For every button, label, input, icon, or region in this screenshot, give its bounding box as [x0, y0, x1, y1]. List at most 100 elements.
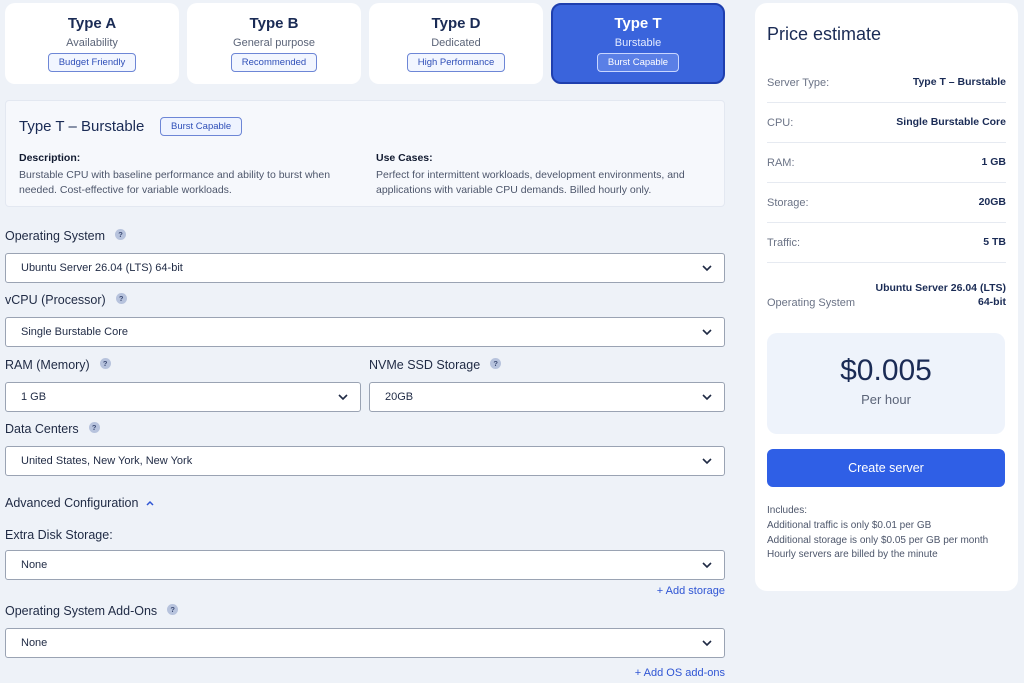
help-icon[interactable]: ?	[88, 421, 100, 433]
create-server-button[interactable]: Create server	[767, 449, 1005, 487]
price-amount: $0.005	[840, 354, 932, 387]
use-cases-heading: Use Cases:	[376, 152, 433, 164]
summary-key: Traffic:	[767, 237, 801, 249]
extra-disk-select-value: None	[21, 559, 48, 571]
help-icon[interactable]: ?	[99, 357, 111, 369]
price-box: $0.005 Per hour	[767, 333, 1005, 434]
type-card-title: Type D	[431, 15, 481, 32]
summary-value: Ubuntu Server 26.04 (LTS) 64-bit	[875, 281, 1006, 309]
advanced-config-label: Advanced Configuration	[5, 496, 139, 510]
type-card-subtitle: Availability	[66, 37, 118, 49]
summary-value: 5 TB	[983, 236, 1006, 248]
vcpu-select-value: Single Burstable Core	[21, 326, 129, 338]
extra-disk-select[interactable]: None	[5, 550, 725, 580]
storage-select-value: 20GB	[385, 391, 414, 403]
type-card-a[interactable]: Type A Availability Budget Friendly	[5, 3, 179, 84]
type-card-d[interactable]: Type D Dedicated High Performance	[369, 3, 543, 84]
chevron-down-icon	[338, 394, 348, 401]
summary-row-cpu: CPU: Single Burstable Core	[767, 103, 1006, 143]
help-icon[interactable]: ?	[490, 357, 502, 369]
summary-key: CPU:	[767, 117, 794, 129]
ram-label-text: RAM (Memory)	[5, 358, 90, 372]
summary-value: Type T – Burstable	[912, 76, 1006, 88]
datacenter-select[interactable]: United States, New York, New York	[5, 446, 725, 476]
type-card-badge: Burst Capable	[596, 53, 680, 72]
os-label: Operating System ?	[5, 228, 127, 243]
os-label-text: Operating System	[5, 229, 106, 243]
summary-key: Operating System	[767, 297, 856, 309]
chevron-down-icon	[702, 562, 712, 569]
type-card-title: Type B	[249, 15, 299, 32]
summary-key: RAM:	[767, 157, 795, 169]
type-card-badge: Recommended	[230, 53, 318, 72]
includes-notes: Includes: Additional traffic is only $0.…	[767, 504, 988, 563]
type-info-title: Type T – Burstable	[19, 118, 145, 135]
type-card-badge: High Performance	[406, 53, 506, 72]
datacenter-label-text: Data Centers	[5, 422, 79, 436]
help-icon[interactable]: ?	[115, 228, 127, 240]
storage-label: NVMe SSD Storage ?	[369, 357, 502, 372]
os-addons-select[interactable]: None	[5, 628, 725, 658]
chevron-down-icon	[702, 394, 712, 401]
use-cases-text: Perfect for intermittent workloads, deve…	[376, 168, 685, 181]
storage-select[interactable]: 20GB	[369, 382, 725, 412]
chevron-down-icon	[702, 640, 712, 647]
price-estimate-title: Price estimate	[767, 24, 882, 44]
summary-row-server-type: Server Type: Type T – Burstable	[767, 63, 1006, 103]
extra-disk-label: Extra Disk Storage:	[5, 528, 113, 542]
description-heading: Description:	[19, 152, 81, 164]
help-icon[interactable]: ?	[115, 292, 127, 304]
type-card-subtitle: Burstable	[614, 37, 662, 49]
includes-item: Additional storage is only $0.05 per GB …	[767, 534, 989, 546]
summary-value-line: 64-bit	[977, 296, 1006, 308]
includes-item: Additional traffic is only $0.01 per GB	[767, 519, 932, 531]
ram-select[interactable]: 1 GB	[5, 382, 361, 412]
summary-value-line: Ubuntu Server 26.04 (LTS)	[875, 282, 1006, 294]
summary-key: Storage:	[767, 197, 809, 209]
os-select-value: Ubuntu Server 26.04 (LTS) 64-bit	[21, 262, 183, 274]
datacenter-select-value: United States, New York, New York	[21, 455, 193, 467]
includes-item: Hourly servers are billed by the minute	[767, 549, 938, 561]
type-card-badge: Budget Friendly	[47, 53, 137, 72]
includes-heading: Includes:	[767, 505, 808, 516]
type-card-t-selected[interactable]: Type T Burstable Burst Capable	[551, 3, 725, 84]
summary-value: 1 GB	[981, 156, 1006, 168]
add-os-addons-link[interactable]: + Add OS add-ons	[635, 667, 725, 679]
advanced-config-toggle[interactable]: Advanced Configuration	[5, 496, 155, 510]
summary-row-traffic: Traffic: 5 TB	[767, 223, 1006, 263]
type-card-subtitle: Dedicated	[431, 37, 481, 49]
chevron-down-icon	[702, 265, 712, 272]
chevron-down-icon	[702, 329, 712, 336]
type-info-panel: Type T – Burstable Burst Capable Descrip…	[5, 100, 725, 207]
ram-select-value: 1 GB	[21, 391, 47, 403]
server-type-cards: Type A Availability Budget Friendly Type…	[5, 3, 725, 84]
summary-row-ram: RAM: 1 GB	[767, 143, 1006, 183]
vcpu-label: vCPU (Processor) ?	[5, 292, 127, 307]
use-cases-block: Use Cases: Perfect for intermittent work…	[376, 151, 706, 199]
price-estimate-panel: Price estimate Server Type: Type T – Bur…	[755, 3, 1018, 591]
type-card-title: Type A	[67, 15, 117, 32]
datacenter-label: Data Centers ?	[5, 421, 100, 436]
vcpu-label-text: vCPU (Processor)	[5, 293, 106, 307]
chevron-up-icon	[146, 500, 154, 506]
os-addons-select-value: None	[21, 637, 48, 649]
os-select[interactable]: Ubuntu Server 26.04 (LTS) 64-bit	[5, 253, 725, 283]
chevron-down-icon	[702, 458, 712, 465]
summary-row-storage: Storage: 20GB	[767, 183, 1006, 223]
type-card-title: Type T	[614, 15, 662, 32]
os-addons-label: Operating System Add-Ons ?	[5, 603, 179, 618]
price-period: Per hour	[861, 392, 911, 407]
ram-label: RAM (Memory) ?	[5, 357, 111, 372]
configuration-panel: Type A Availability Budget Friendly Type…	[5, 0, 725, 683]
summary-key: Server Type:	[767, 77, 830, 89]
description-block: Description: Burstable CPU with baseline…	[19, 151, 349, 199]
type-info-badge: Burst Capable	[160, 117, 243, 136]
extra-disk-label-text: Extra Disk Storage:	[5, 528, 113, 542]
help-icon[interactable]: ?	[167, 603, 179, 615]
add-storage-link[interactable]: + Add storage	[657, 585, 725, 597]
type-card-b[interactable]: Type B General purpose Recommended	[187, 3, 361, 84]
description-text: Burstable CPU with baseline performance …	[19, 168, 331, 181]
vcpu-select[interactable]: Single Burstable Core	[5, 317, 725, 347]
use-cases-text: applications with variable CPU demands. …	[376, 184, 652, 196]
summary-row-os: Operating System Ubuntu Server 26.04 (LT…	[767, 263, 1006, 318]
